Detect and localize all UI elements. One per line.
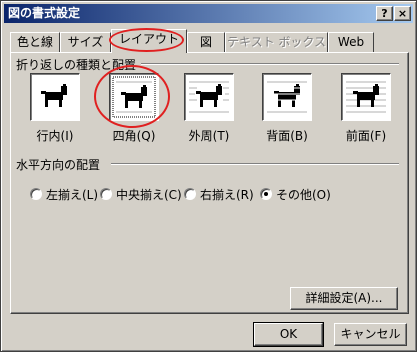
tab-layout[interactable]: レイアウト [111, 29, 187, 53]
wrap-square-button[interactable] [109, 73, 159, 121]
cancel-button[interactable]: キャンセル [334, 323, 407, 346]
tab-color-line[interactable]: 色と線 [10, 32, 60, 52]
tab-size[interactable]: サイズ [60, 32, 111, 52]
wrap-front-icon [346, 81, 386, 113]
align-other-label: その他(O) [276, 188, 331, 202]
ok-button[interactable]: OK [253, 322, 324, 347]
wrap-inline-button[interactable] [30, 73, 80, 121]
title-bar: 図の書式設定 [4, 4, 413, 23]
wrap-tight-label: 外周(T) [188, 129, 230, 143]
align-left-label: 左揃え(L) [46, 188, 99, 202]
wrapping-heading: 折り返しの種類と配置 [16, 58, 137, 72]
wrap-front-button[interactable] [341, 73, 391, 121]
tab-web[interactable]: Web [328, 32, 374, 52]
wrap-behind-label: 背面(B) [266, 129, 308, 143]
window-title: 図の書式設定 [8, 6, 81, 20]
alignment-heading: 水平方向の配置 [16, 158, 101, 172]
wrapping-divider [141, 63, 399, 65]
alignment-divider [111, 163, 399, 165]
wrap-inline-label: 行内(I) [36, 129, 74, 143]
wrap-tight-button[interactable] [184, 73, 234, 121]
align-left-dot [30, 188, 42, 200]
tab-text-box[interactable]: テキスト ボックス [225, 32, 328, 52]
align-center-label: 中央揃え(C) [116, 188, 182, 202]
wrap-front-label: 前面(F) [345, 129, 387, 143]
align-right-label: 右揃え(R) [200, 188, 254, 202]
wrap-square-label: 四角(Q) [112, 129, 156, 143]
wrap-behind-button[interactable] [262, 73, 312, 121]
tab-picture[interactable]: 図 [187, 32, 225, 52]
advanced-button[interactable]: 詳細設定(A)... [290, 287, 398, 310]
wrap-behind-icon [267, 81, 307, 113]
align-right-dot [184, 188, 196, 200]
align-other-dot [260, 188, 272, 200]
align-center-dot [100, 188, 112, 200]
wrap-inline-icon [41, 84, 67, 107]
wrap-square-icon [112, 76, 156, 118]
close-button[interactable]: × [394, 6, 411, 21]
format-picture-dialog: 図の書式設定 ? × 色と線 サイズ レイアウト 図 テキスト ボックス Web… [0, 0, 417, 352]
help-button[interactable]: ? [376, 6, 393, 21]
wrap-tight-icon [189, 81, 229, 113]
